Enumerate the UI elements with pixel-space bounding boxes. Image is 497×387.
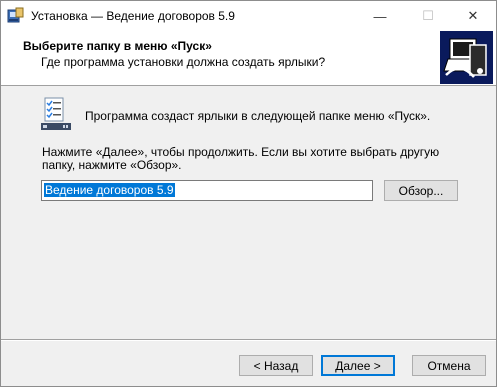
start-menu-checklist-icon [41,97,71,130]
installer-icon [7,7,24,23]
installer-window: Установка — Ведение договоров 5.9 — ☐ ✕ … [0,0,497,387]
folder-input-value: Ведение договоров 5.9 [44,183,175,197]
computer-installer-icon [440,31,493,84]
maximize-button[interactable]: ☐ [405,1,451,31]
next-button[interactable]: Далее > [321,355,395,376]
window-title: Установка — Ведение договоров 5.9 [31,9,235,23]
back-button[interactable]: < Назад [239,355,313,376]
separator-highlight [1,340,496,341]
close-button[interactable]: ✕ [450,1,496,31]
page-title: Выберите папку в меню «Пуск» [23,39,212,53]
start-menu-folder-input[interactable]: Ведение договоров 5.9 [41,180,373,201]
title-bar[interactable]: Установка — Ведение договоров 5.9 — ☐ ✕ [1,1,496,31]
info-text: Программа создаст ярлыки в следующей пап… [85,109,431,123]
cancel-button[interactable]: Отмена [412,355,486,376]
minimize-button[interactable]: — [357,1,403,31]
page-subtitle: Где программа установки должна создать я… [41,55,326,69]
instructions-text: Нажмите «Далее», чтобы продолжить. Если … [42,145,440,172]
browse-button[interactable]: Обзор... [384,180,458,201]
wizard-header: Выберите папку в меню «Пуск» Где програм… [1,31,496,86]
